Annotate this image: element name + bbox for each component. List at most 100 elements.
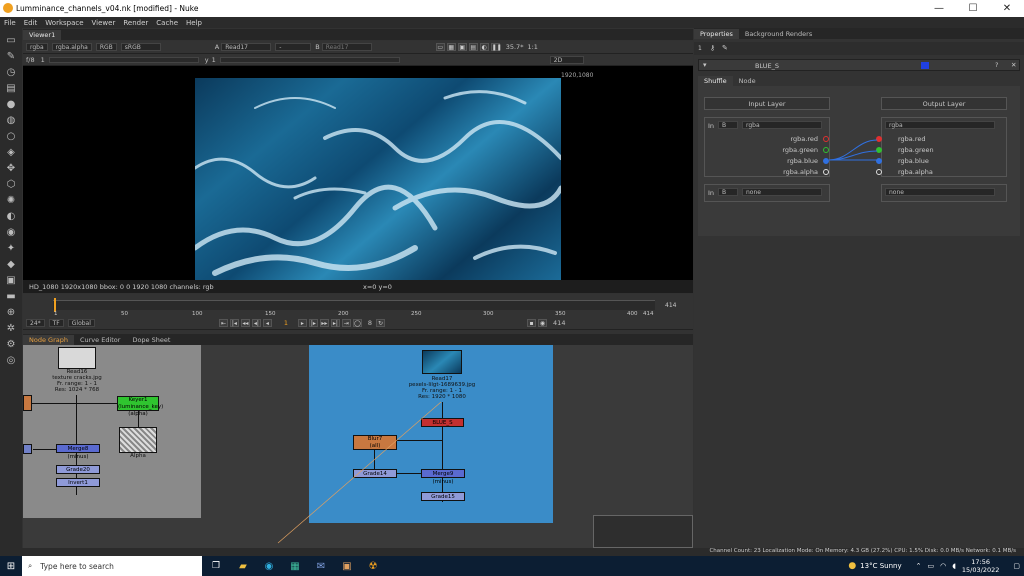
taskbar-search[interactable]: ⌕ Type here to search bbox=[22, 556, 202, 576]
menu-render[interactable]: Render bbox=[123, 19, 148, 27]
frame-small-value[interactable]: 1 bbox=[41, 56, 45, 64]
windows-start-icon[interactable]: ⊞ bbox=[0, 561, 22, 572]
draw-icon[interactable]: ✎ bbox=[4, 50, 18, 64]
zoom-value[interactable]: 35.7* bbox=[506, 43, 524, 51]
tab-properties[interactable]: Properties bbox=[694, 28, 739, 39]
weather-icon[interactable]: ● bbox=[848, 561, 856, 571]
stop-button[interactable]: ◯ bbox=[352, 318, 362, 327]
timeline-ruler[interactable] bbox=[53, 300, 655, 310]
prev-frame-button[interactable]: ◂| bbox=[251, 318, 261, 327]
tab-viewer1[interactable]: Viewer1 bbox=[23, 29, 62, 40]
app-m-icon[interactable]: ▦ bbox=[282, 561, 308, 572]
step-field[interactable]: 8 bbox=[368, 319, 372, 327]
in-b-select[interactable]: B bbox=[718, 121, 738, 129]
back-increment-button[interactable]: ◂◂ bbox=[240, 318, 250, 327]
guides-icon[interactable]: ▤ bbox=[468, 43, 478, 51]
file-explorer-icon[interactable]: ▰ bbox=[230, 561, 256, 572]
read16-thumbnail[interactable] bbox=[58, 347, 96, 369]
plugin-icon[interactable]: ◎ bbox=[4, 354, 18, 368]
loop-icon[interactable]: ↻ bbox=[376, 318, 386, 327]
merge-icon[interactable]: ◈ bbox=[4, 146, 18, 160]
next-frame-button[interactable]: |▸ bbox=[308, 318, 318, 327]
nuke-taskbar-icon[interactable]: ☢ bbox=[360, 561, 386, 572]
record-icon[interactable]: ◉ bbox=[538, 318, 548, 327]
node-graph-canvas[interactable]: Read16 texture cracks.jpg Fr. range: 1 -… bbox=[23, 345, 693, 548]
b-input-select[interactable]: Read17 bbox=[321, 43, 372, 51]
furnace-icon[interactable]: ▬ bbox=[4, 290, 18, 304]
tf-select[interactable]: TF bbox=[48, 318, 64, 327]
volume-icon[interactable]: ◖ bbox=[952, 562, 956, 570]
left-node-blue[interactable] bbox=[23, 444, 32, 454]
colorspace-select[interactable]: sRGB bbox=[120, 43, 161, 51]
end-frame-field-2[interactable]: 414 bbox=[553, 319, 565, 327]
pause-icon[interactable]: ❚❚ bbox=[490, 43, 502, 51]
a-input-select[interactable]: Read17 bbox=[221, 43, 272, 51]
minimize-button[interactable]: — bbox=[922, 0, 956, 17]
current-frame-field[interactable]: 1 bbox=[274, 319, 298, 327]
global-select[interactable]: Global bbox=[67, 318, 95, 327]
merge8-node[interactable]: Merge8 (minus) bbox=[56, 444, 100, 460]
read17-thumbnail[interactable] bbox=[422, 350, 462, 374]
lock-icon[interactable]: ⚷ bbox=[710, 44, 715, 52]
views-icon[interactable]: ◉ bbox=[4, 226, 18, 240]
particles-icon[interactable]: ✺ bbox=[4, 194, 18, 208]
photo-app-icon[interactable]: ▣ bbox=[334, 561, 360, 572]
tab-background-renders[interactable]: Background Renders bbox=[739, 29, 818, 39]
notifications-icon[interactable]: ▢ bbox=[1013, 562, 1020, 570]
max-panels-field[interactable]: 1 bbox=[698, 45, 702, 52]
weather-text[interactable]: 13°C Sunny bbox=[860, 562, 901, 570]
node-name-field[interactable]: BLUE_S bbox=[755, 62, 779, 70]
in2-layer-select[interactable]: none bbox=[742, 188, 822, 196]
clip-icon[interactable]: ▦ bbox=[446, 43, 456, 51]
lut-icon[interactable]: ◐ bbox=[479, 43, 489, 51]
color-icon[interactable]: ● bbox=[4, 98, 18, 112]
time-icon[interactable]: ◷ bbox=[4, 66, 18, 80]
cara-icon[interactable]: ✲ bbox=[4, 322, 18, 336]
overlay-icon[interactable]: ▣ bbox=[457, 43, 467, 51]
collapse-icon[interactable]: ▾ bbox=[703, 61, 707, 69]
toolsets-icon[interactable]: ◆ bbox=[4, 258, 18, 272]
image-icon[interactable]: ▭ bbox=[4, 34, 18, 48]
menu-help[interactable]: Help bbox=[186, 19, 202, 27]
playhead[interactable] bbox=[54, 298, 56, 312]
next-key-button[interactable]: ▸| bbox=[330, 318, 340, 327]
prev-key-button[interactable]: |◂ bbox=[229, 318, 239, 327]
menu-file[interactable]: File bbox=[4, 19, 16, 27]
3d-icon[interactable]: ⬡ bbox=[4, 178, 18, 192]
taskbar-clock[interactable]: 17:56 15/03/2022 bbox=[962, 558, 999, 574]
fps-select[interactable]: 24* bbox=[26, 318, 45, 327]
forward-increment-button[interactable]: ▸▸ bbox=[319, 318, 329, 327]
gamma-slider[interactable] bbox=[219, 56, 400, 63]
out-layer-select[interactable]: rgba bbox=[885, 121, 995, 129]
first-frame-button[interactable]: ⇤ bbox=[218, 318, 228, 327]
play-forward-button[interactable]: ▸ bbox=[297, 318, 307, 327]
metadata-icon[interactable]: ✦ bbox=[4, 242, 18, 256]
invert1-node[interactable]: Invert1 bbox=[56, 478, 100, 487]
menu-viewer[interactable]: Viewer bbox=[92, 19, 116, 27]
node-color-swatch[interactable] bbox=[921, 62, 929, 69]
deep-icon[interactable]: ◐ bbox=[4, 210, 18, 224]
filter-icon[interactable]: ◍ bbox=[4, 114, 18, 128]
tab-curve-editor[interactable]: Curve Editor bbox=[74, 335, 126, 345]
a-op-select[interactable]: - bbox=[275, 43, 312, 51]
in2-b-select[interactable]: B bbox=[718, 188, 738, 196]
exposure-slider[interactable] bbox=[48, 56, 199, 63]
roi-icon[interactable]: ▭ bbox=[435, 43, 445, 51]
mail-icon[interactable]: ✉ bbox=[308, 561, 334, 572]
airmanager-icon[interactable]: ⊕ bbox=[4, 306, 18, 320]
fstop-value[interactable]: f/8 bbox=[26, 56, 35, 64]
settings-icon[interactable]: ⚙ bbox=[4, 338, 18, 352]
channel-icon[interactable]: ▤ bbox=[4, 82, 18, 96]
out2-layer-select[interactable]: none bbox=[885, 188, 995, 196]
alpha-select[interactable]: rgba.alpha bbox=[51, 43, 92, 51]
menu-cache[interactable]: Cache bbox=[156, 19, 178, 27]
other-icon[interactable]: ▣ bbox=[4, 274, 18, 288]
tab-node-graph[interactable]: Node Graph bbox=[23, 334, 74, 345]
view-mode-select[interactable]: 2D bbox=[549, 55, 584, 64]
maximize-button[interactable]: ☐ bbox=[956, 0, 990, 17]
viewer-canvas[interactable]: 1920,1080 bbox=[23, 66, 693, 280]
transform-icon[interactable]: ✥ bbox=[4, 162, 18, 176]
alpha-thumbnail[interactable] bbox=[119, 427, 157, 453]
float-panel-button[interactable]: ? bbox=[995, 61, 998, 69]
grade20-node[interactable]: Grade20 bbox=[56, 465, 100, 474]
